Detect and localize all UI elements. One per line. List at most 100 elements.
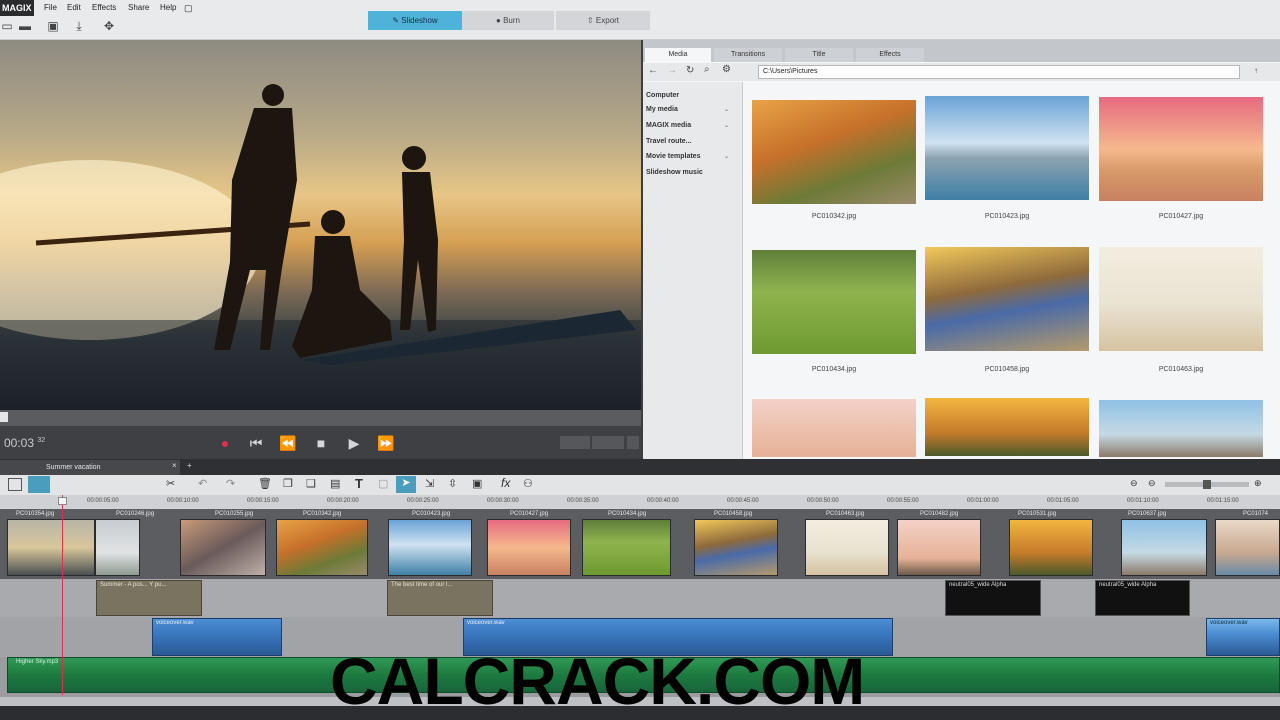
media-thumbnail[interactable]: [925, 96, 1089, 200]
title-clip[interactable]: The best time of our l...: [387, 580, 493, 616]
delete-icon[interactable]: 🗑: [258, 477, 272, 490]
record-icon[interactable]: ●: [216, 434, 234, 452]
export-mode-button[interactable]: ⇧ Export: [556, 11, 650, 30]
pointer-tool-icon[interactable]: ➤: [396, 476, 416, 493]
zoom-in-icon[interactable]: ⊕: [1254, 478, 1262, 489]
media-thumbnail[interactable]: [925, 398, 1089, 456]
media-thumbnail[interactable]: [1099, 247, 1263, 351]
sidebar-item-computer[interactable]: Computer: [646, 92, 679, 99]
menu-edit[interactable]: Edit: [67, 0, 81, 16]
chevron-down-icon[interactable]: ⌄: [724, 122, 729, 129]
skip-start-icon[interactable]: ⏮: [247, 434, 265, 452]
refresh-icon[interactable]: ↻: [686, 65, 694, 76]
stop-icon[interactable]: ■: [312, 434, 330, 452]
undo-icon[interactable]: ↶: [198, 477, 207, 490]
folder-icon[interactable]: ▬: [18, 18, 32, 34]
photo-clip[interactable]: [1121, 519, 1207, 576]
split-icon[interactable]: ⇳: [448, 477, 457, 490]
zoom-out-icon[interactable]: ⊖: [1130, 478, 1138, 489]
photo-clip[interactable]: [7, 519, 95, 576]
storyboard-view-icon[interactable]: [8, 478, 22, 491]
settings-icon[interactable]: ⚙: [722, 64, 731, 75]
tab-title[interactable]: Title: [785, 48, 853, 62]
photo-clip[interactable]: [487, 519, 571, 576]
preview-scrubber[interactable]: [0, 410, 641, 426]
audio-clip[interactable]: voiceover.wav: [152, 618, 282, 656]
timeline-view-icon[interactable]: [28, 476, 50, 493]
forward-icon[interactable]: →: [667, 65, 677, 76]
menu-file[interactable]: File: [44, 0, 57, 16]
fast-forward-icon[interactable]: ⏩: [377, 434, 395, 452]
playhead-handle[interactable]: [58, 497, 67, 505]
media-thumbnail[interactable]: [925, 247, 1089, 351]
photo-clip[interactable]: [805, 519, 889, 576]
photo-clip[interactable]: [180, 519, 266, 576]
tab-media[interactable]: Media: [645, 48, 711, 62]
zoom-slider-handle[interactable]: [1203, 480, 1211, 489]
up-folder-icon[interactable]: ↑: [1254, 66, 1258, 75]
download-icon[interactable]: ⤓: [72, 18, 86, 34]
sidebar-item-my-media[interactable]: My media: [646, 106, 678, 113]
sidebar-item-movie-templates[interactable]: Movie templates: [646, 153, 700, 160]
photo-clip[interactable]: [897, 519, 981, 576]
photo-clip[interactable]: [95, 519, 140, 576]
zoom-dropdown[interactable]: [592, 436, 624, 449]
photo-clip[interactable]: [1009, 519, 1093, 576]
media-thumbnail[interactable]: [1099, 97, 1263, 201]
copy-icon[interactable]: ❐: [283, 477, 293, 490]
title-clip[interactable]: Summer - A pos... Y pu...: [96, 580, 202, 616]
sidebar-item-travel-route[interactable]: Travel route...: [646, 138, 692, 145]
media-thumbnail[interactable]: [752, 100, 916, 204]
slideshow-mode-button[interactable]: ✎ Slideshow: [368, 11, 462, 30]
chevron-down-icon[interactable]: ⌄: [724, 106, 729, 113]
scissors-icon[interactable]: ✂: [166, 477, 175, 490]
sidebar-item-magix-media[interactable]: MAGIX media: [646, 122, 691, 129]
photo-clip[interactable]: [388, 519, 472, 576]
mixer-icon[interactable]: ⚇: [523, 477, 533, 490]
plugin-icon[interactable]: ✥: [102, 18, 116, 34]
insert-icon[interactable]: ▤: [330, 477, 340, 490]
save-icon[interactable]: ▣: [46, 18, 60, 34]
chat-icon[interactable]: ▢: [184, 0, 193, 16]
audio-clip[interactable]: voiceover.wav: [1206, 618, 1280, 656]
preview-monitor[interactable]: [0, 40, 641, 410]
effects-icon[interactable]: fx: [501, 476, 510, 490]
photo-clip[interactable]: [582, 519, 671, 576]
menu-effects[interactable]: Effects: [92, 0, 116, 16]
playhead[interactable]: [62, 495, 63, 695]
back-icon[interactable]: ←: [648, 65, 658, 76]
path-input[interactable]: C:\Users\Pictures: [758, 65, 1240, 79]
media-thumbnail[interactable]: [752, 250, 916, 354]
add-tab-icon[interactable]: +: [187, 461, 192, 470]
tab-effects[interactable]: Effects: [856, 48, 924, 62]
fullscreen-icon[interactable]: [627, 436, 639, 449]
zoom-out-icon[interactable]: ⊖: [1148, 478, 1156, 489]
paste-icon[interactable]: ❑: [306, 477, 316, 490]
overlay-clip[interactable]: neutral05_wide Alpha: [1095, 580, 1190, 616]
tab-transitions[interactable]: Transitions: [714, 48, 782, 62]
sidebar-item-slideshow-music[interactable]: Slideshow music: [646, 169, 703, 176]
project-tab[interactable]: Summer vacation: [0, 460, 180, 475]
multi-select-icon[interactable]: ⇲: [425, 477, 434, 490]
play-icon[interactable]: ▶: [345, 434, 363, 452]
marker-icon[interactable]: ▣: [472, 477, 482, 490]
burn-mode-button[interactable]: ● Burn: [462, 11, 554, 30]
photo-clip[interactable]: [276, 519, 368, 576]
crop-icon[interactable]: ▢: [378, 477, 388, 490]
view-menu-button[interactable]: [560, 436, 590, 449]
text-tool-icon[interactable]: T: [355, 476, 363, 491]
rewind-icon[interactable]: ⏪: [279, 434, 297, 452]
overlay-clip[interactable]: neutral05_wide Alpha: [945, 580, 1041, 616]
media-thumbnail[interactable]: [752, 399, 916, 457]
search-icon[interactable]: ⌕: [704, 64, 710, 75]
new-icon[interactable]: ▭: [0, 18, 14, 34]
photo-clip[interactable]: [1215, 519, 1280, 576]
menu-help[interactable]: Help: [160, 0, 176, 16]
photo-clip[interactable]: [694, 519, 778, 576]
close-icon[interactable]: ×: [172, 461, 177, 470]
media-thumbnail[interactable]: [1099, 400, 1263, 457]
menu-share[interactable]: Share: [128, 0, 149, 16]
scrubber-handle[interactable]: [0, 412, 8, 422]
redo-icon[interactable]: ↷: [226, 477, 235, 490]
chevron-down-icon[interactable]: ⌄: [724, 153, 729, 160]
